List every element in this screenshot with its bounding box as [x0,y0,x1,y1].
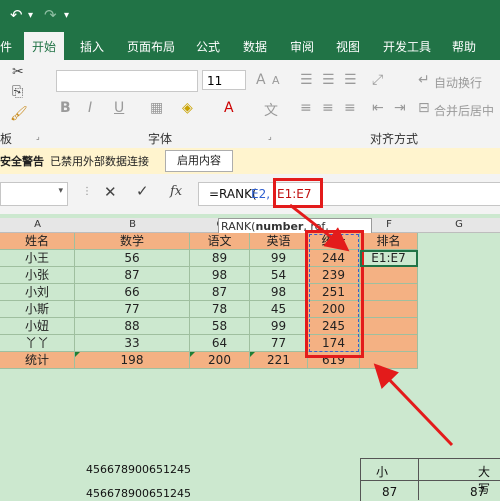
lower-table-header-f[interactable]: 小 [376,463,388,480]
lower-table-divider [418,458,419,500]
number-text-1[interactable]: 456678900651245 [86,463,191,476]
annotation-arrows [289,203,454,447]
arrow-formula-to-range [289,203,350,252]
arrow-to-range [373,363,454,447]
lower-table-cell[interactable]: 87 [382,485,397,499]
number-text-2[interactable]: 456678900651245 [86,487,191,500]
lower-table-cell[interactable]: 87 [470,485,485,499]
